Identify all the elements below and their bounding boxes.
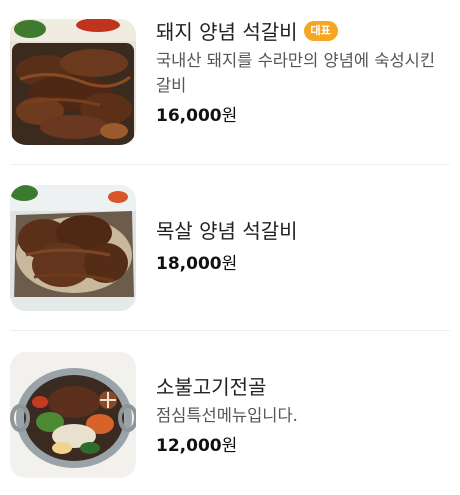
beef-bulgogi-hotpot-photo (10, 352, 136, 478)
price-value: 18,000 (156, 254, 222, 274)
menu-item-name: 목살 양념 석갈비 (156, 219, 298, 243)
price-unit: 원 (221, 254, 238, 274)
price-value: 12,000 (156, 436, 222, 456)
menu-item-beef-bulgogi-hotpot[interactable]: 소불고기전골 점심특선메뉴입니다. 12,000원 (10, 352, 450, 478)
menu-item-price: 18,000원 (156, 252, 450, 276)
menu-item-info: 소불고기전골 점심특선메뉴입니다. 12,000원 (156, 374, 450, 458)
menu-item-pork-neck-galbi[interactable]: 목살 양념 석갈비 18,000원 (10, 185, 450, 311)
menu-list: 돼지 양념 석갈비 대표 국내산 돼지를 수라만의 양념에 숙성시킨 갈비 16,… (0, 0, 460, 495)
menu-item-price: 16,000원 (156, 104, 450, 128)
menu-item-image (10, 352, 136, 478)
price-value: 16,000 (156, 106, 222, 126)
price-unit: 원 (221, 106, 238, 126)
menu-item-pork-galbi[interactable]: 돼지 양념 석갈비 대표 국내산 돼지를 수라만의 양념에 숙성시킨 갈비 16,… (10, 19, 450, 145)
menu-item-description: 점심특선메뉴입니다. (156, 406, 298, 425)
divider (10, 330, 450, 331)
pork-galbi-photo (10, 19, 136, 145)
menu-item-info: 목살 양념 석갈비 18,000원 (156, 218, 450, 276)
menu-item-name: 돼지 양념 석갈비 (156, 20, 298, 44)
menu-item-price: 12,000원 (156, 434, 450, 458)
signature-badge: 대표 (303, 21, 338, 41)
menu-item-description: 국내산 돼지를 수라만의 양념에 숙성시킨 갈비 (156, 51, 436, 95)
price-unit: 원 (221, 436, 238, 456)
pork-neck-galbi-photo (10, 185, 136, 311)
menu-item-image (10, 185, 136, 311)
divider (10, 164, 450, 165)
menu-item-info: 돼지 양념 석갈비 대표 국내산 돼지를 수라만의 양념에 숙성시킨 갈비 16,… (156, 19, 450, 128)
menu-item-image (10, 19, 136, 145)
menu-item-name: 소불고기전골 (156, 375, 267, 399)
